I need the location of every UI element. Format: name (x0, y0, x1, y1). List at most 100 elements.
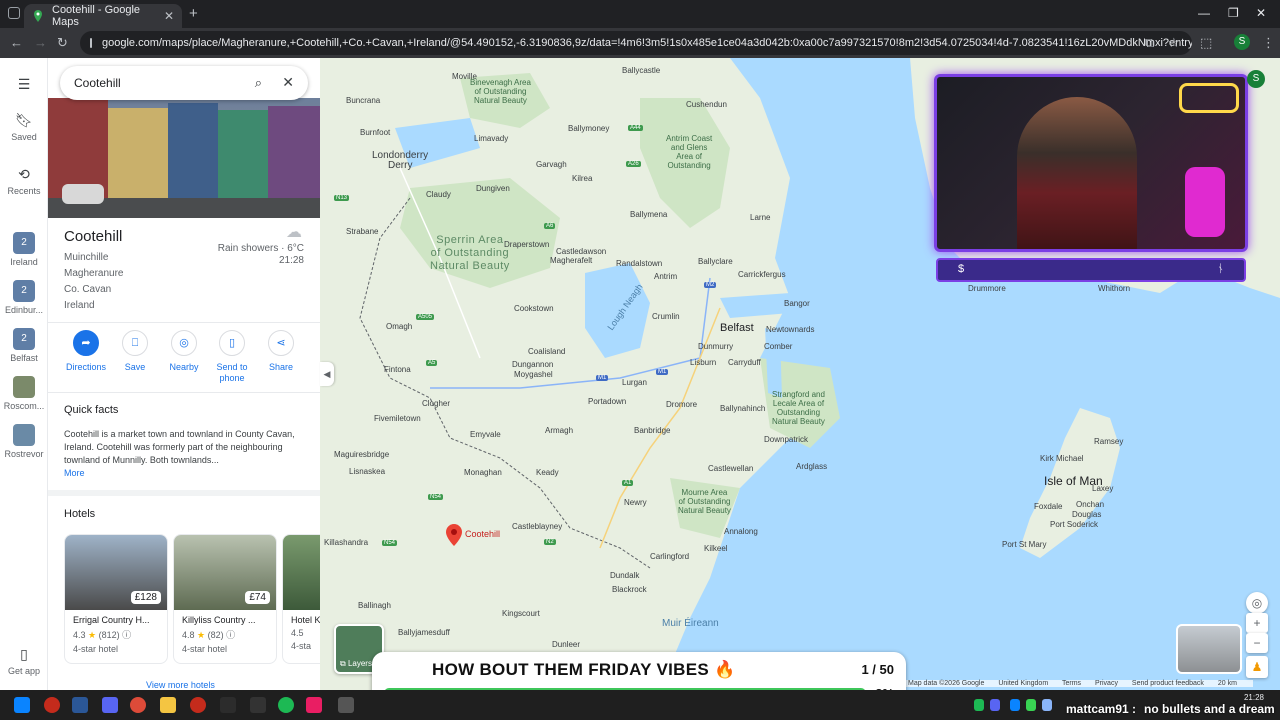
map-place-label[interactable]: Bangor (784, 299, 810, 308)
pegman-icon[interactable]: ♟ (1246, 656, 1268, 678)
map-place-label[interactable]: Annalong (724, 527, 758, 536)
map-place-label[interactable]: Garvagh (536, 160, 567, 169)
discord-icon[interactable] (102, 697, 118, 713)
map-place-label[interactable]: Downpatrick (764, 435, 808, 444)
map-place-label[interactable]: Strabane (346, 227, 378, 236)
map-place-label[interactable]: Fintona (384, 365, 411, 374)
map-place-label[interactable]: Newry (624, 498, 647, 507)
map-place-label[interactable]: Castlewellan (708, 464, 753, 473)
map-place-label[interactable]: Burnfoot (360, 128, 390, 137)
reload-icon[interactable]: ↻ (57, 35, 68, 51)
map-place-label[interactable]: Kilkeel (704, 544, 728, 553)
map-place-label[interactable]: Foxdale (1034, 502, 1062, 511)
aonb-label[interactable]: Binevenagh Area of Outstanding Natural B… (470, 78, 531, 105)
recent-item-roscommon[interactable]: Roscom... (0, 376, 48, 411)
search-icon[interactable]: ⌕ (255, 75, 262, 91)
map-place-label[interactable]: Ballyclare (698, 257, 733, 266)
app-icon[interactable] (72, 697, 88, 713)
pin-label[interactable]: Cootehill (465, 529, 500, 539)
map-place-label[interactable]: Port Soderick (1050, 520, 1098, 529)
zoom-in-button[interactable]: + (1246, 613, 1268, 633)
map-place-label[interactable]: Comber (764, 342, 792, 351)
map-place-label[interactable]: Dunleer (552, 640, 580, 649)
map-place-label[interactable]: Draperstown (504, 240, 549, 249)
profile-avatar[interactable]: S (1234, 34, 1250, 50)
map-place-label[interactable]: Port St Mary (1002, 540, 1046, 549)
site-info-icon[interactable] (90, 38, 92, 48)
aonb-label[interactable]: Sperrin Area of Outstanding Natural Beau… (430, 234, 510, 273)
nearby-button[interactable]: ◎ Nearby (158, 330, 210, 373)
map-place-label[interactable]: Ballycastle (622, 66, 660, 75)
windows-start-icon[interactable] (14, 697, 30, 713)
map-place-label[interactable]: Ballinagh (358, 601, 391, 610)
map-place-label[interactable]: Emyvale (470, 430, 501, 439)
map-place-label[interactable]: Whithorn (1098, 284, 1130, 293)
obs-icon[interactable] (190, 697, 206, 713)
map-place-label[interactable]: Limavady (474, 134, 508, 143)
map-place-label[interactable]: Onchan (1076, 500, 1104, 509)
map-place-label[interactable]: Portadown (588, 397, 626, 406)
browser-tab[interactable]: Cootehill - Google Maps ✕ (24, 4, 182, 28)
recents-button[interactable]: ⟲ Recents (0, 166, 48, 196)
save-button[interactable]: ⎕ Save (109, 330, 161, 373)
map-place-label[interactable]: Ballymoney (568, 124, 609, 133)
map-place-label[interactable]: Dungiven (476, 184, 510, 193)
map-place-label[interactable]: Banbridge (634, 426, 670, 435)
country-link[interactable]: United Kingdom (998, 680, 1048, 687)
recent-item-ireland[interactable]: 2 Ireland (0, 232, 48, 267)
minimize-icon[interactable]: — (1198, 6, 1210, 20)
back-icon[interactable]: ← (10, 35, 23, 50)
taskbar-clock[interactable]: 21:28 (1244, 693, 1264, 702)
recent-item-edinburgh[interactable]: 2 Edinbur... (0, 280, 48, 315)
new-tab-icon[interactable]: + (189, 5, 198, 22)
tray-icon[interactable] (990, 699, 1000, 711)
extensions-icon[interactable]: ⬚ (1200, 35, 1212, 51)
more-link[interactable]: More (64, 468, 85, 478)
map-place-label[interactable]: Claudy (426, 190, 451, 199)
map-place-label[interactable]: Maguiresbridge (334, 450, 389, 459)
map-place-label[interactable]: Cushendun (686, 100, 727, 109)
collapse-panel-button[interactable]: ◀ (320, 362, 334, 386)
map-place-label[interactable]: Ramsey (1094, 437, 1123, 446)
recent-item-belfast[interactable]: 2 Belfast (0, 328, 48, 363)
privacy-link[interactable]: Privacy (1095, 680, 1118, 687)
map-place-label[interactable]: Ballymena (630, 210, 667, 219)
map-place-label[interactable]: Buncrana (346, 96, 380, 105)
map-place-label[interactable]: Derry (388, 160, 412, 171)
map-place-label[interactable]: Dromore (666, 400, 697, 409)
view-more-hotels-link[interactable]: View more hotels (146, 680, 215, 690)
map-place-label[interactable]: Monaghan (464, 468, 502, 477)
share-button[interactable]: ⋖ Share (255, 330, 307, 373)
feedback-link[interactable]: Send product feedback (1132, 680, 1204, 687)
map-place-label[interactable]: Cookstown (514, 304, 554, 313)
menu-button[interactable]: ☰ (0, 76, 48, 96)
street-view-thumbnail[interactable] (1176, 624, 1242, 674)
scale-bar[interactable]: 20 km (1218, 680, 1237, 687)
map-place-label[interactable]: Blackrock (612, 585, 647, 594)
map-place-label[interactable]: Lurgan (622, 378, 647, 387)
map-place-label[interactable]: Castledawson (556, 247, 606, 256)
file-explorer-icon[interactable] (160, 697, 176, 713)
map-place-label[interactable]: Kilrea (572, 174, 592, 183)
chrome-menu-icon[interactable]: ⋮ (1262, 35, 1275, 51)
tray-icon[interactable] (974, 699, 984, 711)
map-place-label[interactable]: Keady (536, 468, 559, 477)
hotel-card[interactable]: £128 Errigal Country H... 4.3 ★ (812) ⓘ … (64, 534, 168, 664)
map-place-label[interactable]: Carrickfergus (738, 270, 786, 279)
map-place-label[interactable]: Randalstown (616, 259, 662, 268)
address-bar[interactable]: google.com/maps/place/Magheranure,+Coote… (80, 31, 1192, 55)
map-place-label[interactable]: Larne (750, 213, 770, 222)
saved-button[interactable]: 🔖︎ Saved (0, 112, 48, 142)
map-place-label[interactable]: Lisburn (690, 358, 716, 367)
recent-item-rostrevor[interactable]: Rostrevor (0, 424, 48, 459)
search-input[interactable]: Cootehill ⌕ ✕ (60, 66, 308, 100)
send-to-phone-button[interactable]: ▯ Send to phone (206, 330, 258, 384)
forward-icon[interactable]: → (34, 35, 47, 50)
map-place-label[interactable]: Omagh (386, 322, 412, 331)
map-place-label[interactable]: Magherafelt (550, 256, 592, 265)
aonb-label[interactable]: Strangford and Lecale Area of Outstandin… (772, 390, 825, 426)
map-place-label[interactable]: Ballynahinch (720, 404, 765, 413)
tray-icon[interactable] (1042, 699, 1052, 711)
map-place-label[interactable]: Drummore (968, 284, 1006, 293)
hotel-card[interactable]: Hotel K 4.5 4-sta (282, 534, 320, 664)
